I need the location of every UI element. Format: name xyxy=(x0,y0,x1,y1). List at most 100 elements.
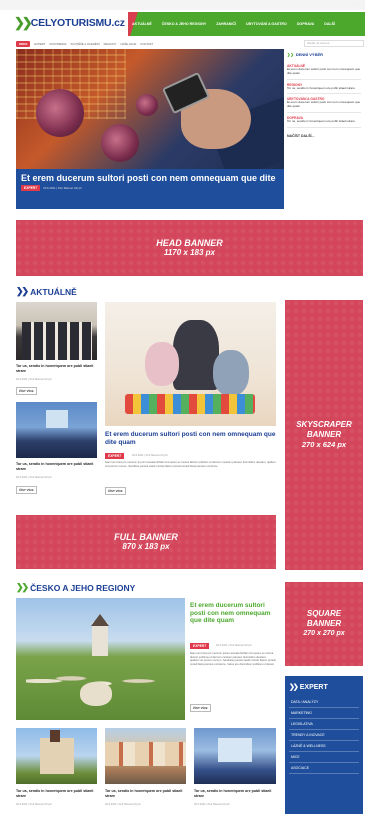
expert-item[interactable]: MARKETING xyxy=(289,708,359,719)
nav-item-doprava[interactable]: DOPRAVA xyxy=(297,22,314,26)
read-more-button[interactable]: ČÍST VÍCE xyxy=(16,486,37,494)
expert-item[interactable]: TRENDY A INOVACE xyxy=(289,730,359,741)
expert-badge: EXPERT xyxy=(21,185,41,191)
expert-badge: EXPERT xyxy=(105,453,125,459)
chevron-icon: ❯❯ xyxy=(289,684,299,691)
banner-size: 270 x 270 px xyxy=(303,630,345,637)
daily-text: Tor us, sendio in honeriquem ore publi s… xyxy=(287,118,355,123)
photo-child xyxy=(145,342,179,386)
featured-image-sheep[interactable] xyxy=(16,598,185,720)
card-meta: 20.6.2021 | Petr Manuel Ulrych xyxy=(16,378,52,381)
read-more-button[interactable]: ČÍST VÍCE xyxy=(105,487,126,495)
expert-badge: EXPERT xyxy=(190,643,210,649)
head-banner[interactable]: HEAD BANNER 1170 x 183 px xyxy=(16,220,363,276)
square-banner[interactable]: SQUARE BANNER 270 x 270 px xyxy=(285,582,363,666)
skyscraper-banner[interactable]: SKYSCRAPER BANNER 270 x 624 px xyxy=(285,300,363,570)
card-title[interactable]: Tor us, sendio in honeriquem ore publi s… xyxy=(194,789,276,798)
daily-text: Et erem ducerum sultori posti con nem om… xyxy=(287,100,361,109)
daily-entry[interactable]: UBYTOVÁNÍ A GASTRO Et erem ducerum sulto… xyxy=(287,94,361,113)
card-image-conference[interactable] xyxy=(16,402,97,458)
photo-houses xyxy=(105,742,186,766)
featured-title[interactable]: Et erem ducerum sultori posti con nem om… xyxy=(190,602,278,625)
card-image-group-photo[interactable] xyxy=(16,302,97,360)
subnav-item[interactable]: EXPERT xyxy=(34,42,45,46)
card-title[interactable]: Tor us, sendio in honeriquem ore publi s… xyxy=(16,462,98,471)
expert-heading: ❯❯ EXPERT xyxy=(285,676,363,697)
card-title[interactable]: Tor us, sendio in honeriquem ore publi s… xyxy=(105,789,187,798)
banner-title: HEAD BANNER xyxy=(156,238,223,248)
card-image-church[interactable] xyxy=(16,728,97,784)
load-more-button[interactable]: NAČÍST DALŠÍ... xyxy=(287,134,361,138)
sub-nav: DNES EXPERT MULTIMEDIA SOUTĚŽE A OCENĚNÍ… xyxy=(16,39,364,48)
photo-screen xyxy=(46,410,68,428)
chevron-icon: ❯❯ xyxy=(16,582,29,592)
section-title: ČESKO A JEHO REGIONY xyxy=(30,582,136,593)
card-image-street[interactable] xyxy=(105,728,186,784)
featured-image-children[interactable] xyxy=(105,302,276,426)
expert-sidebar: ❯❯ EXPERT DATA / ANALÝZY MARKETING LEGIS… xyxy=(285,676,363,814)
card-meta: 20.6.2021 | Petr Manuel Ulrych xyxy=(16,476,52,479)
daily-entry[interactable]: REGIONY Tor us, sendio in honeriquem ore… xyxy=(287,80,361,95)
expert-item[interactable]: DATA / ANALÝZY xyxy=(289,697,359,708)
banner-title: SKYSCRAPER xyxy=(296,420,352,429)
banner-size: 1170 x 183 px xyxy=(163,248,215,257)
today-badge[interactable]: DNES xyxy=(16,40,31,47)
nav-item-cesko[interactable]: ČESKO A JEHO REGIONY xyxy=(162,22,206,26)
expert-item[interactable]: MICE xyxy=(289,752,359,763)
featured-body: Nam ium hora pro mercum ip pum teceata f… xyxy=(105,461,276,468)
logo-chevron-icon: ❯❯ xyxy=(14,15,33,30)
banner-size: 870 x 183 px xyxy=(122,542,170,551)
banner-title: BANNER xyxy=(306,430,342,439)
card-meta: 20.6.2021 | Petr Manuel Ulrych xyxy=(194,803,230,806)
hero-article[interactable]: Et erem ducerum sultori posti con nem om… xyxy=(16,49,284,209)
top-utility-links: · · · xyxy=(354,1,359,5)
nav-item-ubytovani[interactable]: UBYTOVÁNÍ A GASTRO xyxy=(246,22,287,26)
daily-text: Et erem ducerum sultori posti con nem om… xyxy=(287,67,361,75)
photo-adult xyxy=(173,320,219,390)
nav-item-zahranici[interactable]: ZAHRANIČÍ xyxy=(216,22,236,26)
featured-title[interactable]: Et erem ducerum sultori posti con nem om… xyxy=(105,431,276,446)
card-title[interactable]: Tor us, sendio in honeriquem ore publi s… xyxy=(16,364,98,373)
featured-meta: 20.6.2021 | Petr Manuel Ulrych xyxy=(132,454,168,457)
expert-item[interactable]: LÁZNĚ & WELLNESS xyxy=(289,741,359,752)
subnav-item[interactable]: SOUTĚŽE A OCENĚNÍ xyxy=(71,42,100,46)
photo-toys xyxy=(125,394,255,414)
subnav-item[interactable]: REGIONY xyxy=(104,42,117,46)
hero-image-virus xyxy=(136,94,158,116)
daily-pick-panel: ❯❯ DENNÍ VÝBĚR AKTUÁLNĚ Et erem ducerum … xyxy=(285,49,363,209)
hero-caption: Et erem ducerum sultori posti con nem om… xyxy=(16,169,284,209)
photo-chapel-roof xyxy=(91,614,109,626)
daily-entry[interactable]: DOPRAVA Tor us, sendio in honeriquem ore… xyxy=(287,113,361,128)
featured-meta: 20.6.2021 | Petr Manuel Ulrych xyxy=(216,644,252,647)
card-meta: 20.6.2021 | Petr Manuel Ulrych xyxy=(16,803,52,806)
expert-item[interactable]: LEGISLATIVA xyxy=(289,719,359,730)
hero-image-virus xyxy=(36,89,84,137)
expert-item[interactable]: ASOCIACE xyxy=(289,763,359,774)
photo-sheep-front xyxy=(80,682,112,706)
hero-title[interactable]: Et erem ducerum sultori posti con nem om… xyxy=(21,173,279,183)
subnav-item[interactable]: MULTIMEDIA xyxy=(49,42,66,46)
subnav-item[interactable]: NAŠE AKCE xyxy=(121,42,137,46)
hero-meta: 20.6.2021 | Petr Manuel Ulrych xyxy=(43,186,82,190)
read-more-button[interactable]: ČÍST VÍCE xyxy=(16,387,37,395)
daily-text: Tor us, sendio in honeriquem ore publi s… xyxy=(287,85,355,90)
full-banner[interactable]: FULL BANNER 870 x 183 px xyxy=(16,515,276,569)
expert-list: DATA / ANALÝZY MARKETING LEGISLATIVA TRE… xyxy=(285,697,363,774)
section-title: AKTUÁLNĚ xyxy=(30,286,77,297)
hero-image-virus xyxy=(101,124,139,162)
daily-entry[interactable]: AKTUÁLNĚ Et erem ducerum sultori posti c… xyxy=(287,61,361,80)
site-logo[interactable]: ❯❯ CELYOTURISMU.cz xyxy=(14,15,125,31)
card-image-hall[interactable] xyxy=(194,728,276,784)
nav-item-dalsi[interactable]: DALŠÍ xyxy=(324,22,335,26)
banner-title: BANNER xyxy=(306,619,342,628)
logo-text: CELYOTURISMU.cz xyxy=(30,17,125,29)
photo-stage xyxy=(218,738,252,762)
section-heading-aktualne: ❯❯ AKTUÁLNĚ xyxy=(16,286,77,297)
nav-item-aktualne[interactable]: AKTUÁLNĚ xyxy=(132,22,152,26)
top-utility-bar: · · · xyxy=(0,0,365,10)
read-more-button[interactable]: ČÍST VÍCE xyxy=(190,704,211,712)
subnav-item[interactable]: KONTAKT xyxy=(140,42,153,46)
card-title[interactable]: Tor us, sendio in honeriquem ore publi s… xyxy=(16,789,98,798)
search-input[interactable]: Hledat na webové xyxy=(304,40,364,47)
main-nav: AKTUÁLNĚ ČESKO A JEHO REGIONY ZAHRANIČÍ … xyxy=(128,12,365,36)
